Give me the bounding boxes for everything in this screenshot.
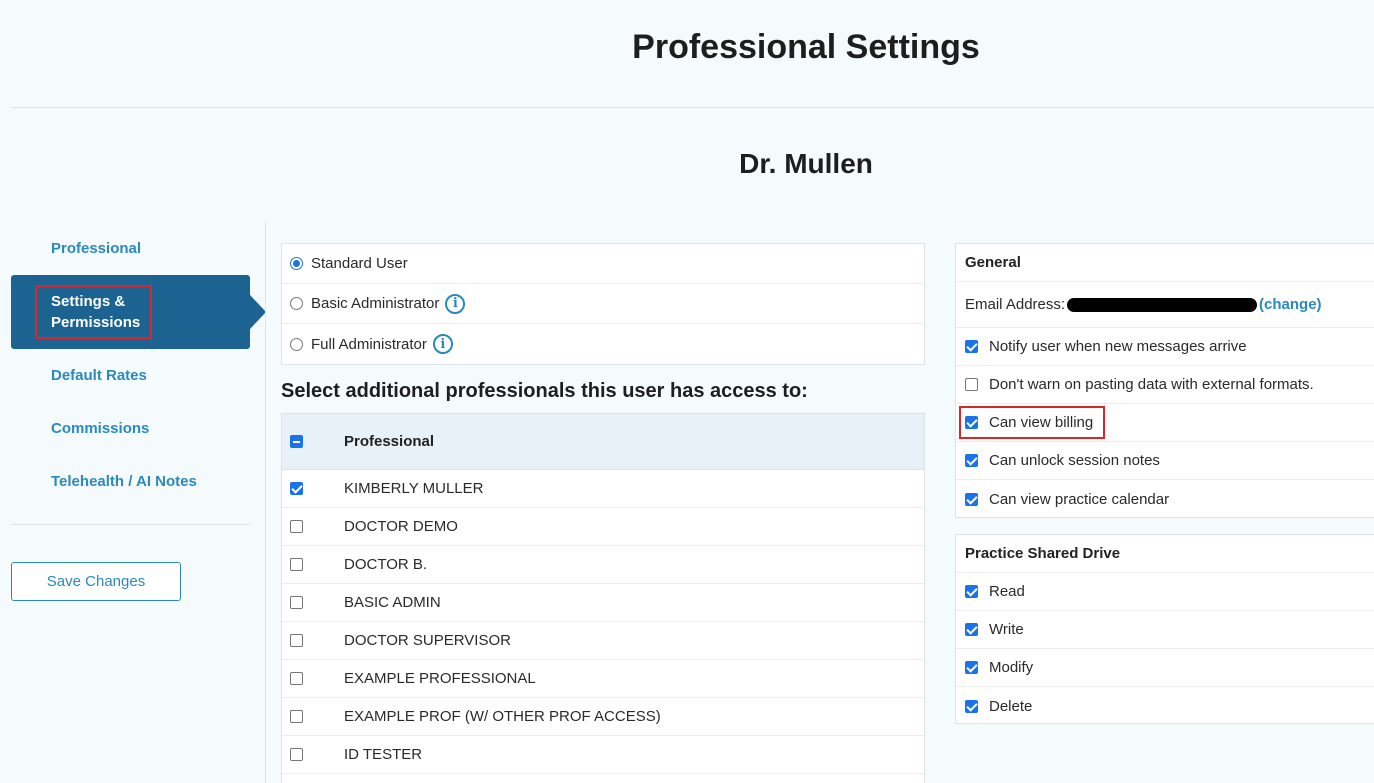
sidebar-item-label: Telehealth / AI Notes	[51, 472, 197, 490]
select-all-checkbox[interactable]	[290, 435, 303, 448]
permission-checkbox[interactable]	[965, 699, 978, 713]
professional-name: DOCTOR DEMO	[344, 518, 458, 535]
header-divider	[11, 107, 1374, 108]
row-checkbox[interactable]	[290, 558, 303, 571]
panel-title: General	[956, 244, 1374, 282]
sidebar: Professional Settings & Permissions Defa…	[11, 222, 266, 783]
professionals-table: Professional KIMBERLY MULLER DOCTOR DEMO…	[281, 413, 925, 783]
permission-checkbox[interactable]	[965, 585, 978, 598]
highlight-box: Can view billing	[959, 406, 1106, 439]
permission-paste-warning[interactable]: Don't warn on pasting data with external…	[956, 366, 1374, 404]
sidebar-item-label: Commissions	[51, 419, 150, 437]
sidebar-item-label: Default Rates	[51, 366, 147, 384]
table-row[interactable]: EXAMPLE PROF (W/ OTHER PROF ACCESS)	[282, 698, 924, 736]
sidebar-item-label: Settings & Permissions	[35, 285, 152, 339]
role-radio[interactable]	[290, 297, 303, 310]
permission-label: Notify user when new messages arrive	[989, 338, 1247, 355]
shared-drive-panel: Practice Shared Drive Read Write Modify …	[955, 534, 1374, 724]
sidebar-item-professional[interactable]: Professional	[11, 228, 250, 268]
permission-unlock-notes[interactable]: Can unlock session notes	[956, 442, 1374, 480]
email-label: Email Address:	[965, 296, 1066, 313]
row-checkbox[interactable]	[290, 520, 303, 533]
page-title: Professional Settings	[632, 28, 980, 66]
permission-checkbox[interactable]	[965, 454, 978, 467]
permission-view-billing[interactable]: Can view billing	[956, 404, 1374, 442]
column-header-professional: Professional	[344, 433, 435, 450]
active-arrow-icon	[250, 295, 266, 329]
professional-name: EXAMPLE PROF (W/ OTHER PROF ACCESS)	[344, 708, 661, 725]
permission-checkbox[interactable]	[965, 378, 978, 391]
professional-name: KIMBERLY MULLER	[344, 480, 484, 497]
permission-label: Write	[989, 621, 1024, 638]
sidebar-item-settings-permissions[interactable]: Settings & Permissions	[11, 275, 266, 349]
sidebar-item-commissions[interactable]: Commissions	[11, 408, 250, 448]
permission-label: Modify	[989, 659, 1034, 676]
drive-permission-delete[interactable]: Delete	[956, 687, 1374, 725]
role-selector: Standard User Basic Administrator i Full…	[281, 243, 925, 365]
permission-label: Delete	[989, 697, 1033, 715]
role-label: Basic Administrator	[311, 295, 440, 312]
role-radio[interactable]	[290, 257, 303, 270]
permission-label: Can unlock session notes	[989, 452, 1160, 469]
row-checkbox[interactable]	[290, 672, 303, 685]
table-row[interactable]: BASIC ADMIN	[282, 584, 924, 622]
row-checkbox[interactable]	[290, 596, 303, 609]
table-header: Professional	[282, 414, 924, 470]
role-option-full-administrator[interactable]: Full Administrator i	[282, 324, 924, 364]
panel-title: Practice Shared Drive	[956, 535, 1374, 573]
table-row[interactable]: DOCTOR DEMO	[282, 508, 924, 546]
permission-notify-messages[interactable]: Notify user when new messages arrive	[956, 328, 1374, 366]
drive-permission-read[interactable]: Read	[956, 573, 1374, 611]
row-checkbox[interactable]	[290, 748, 303, 761]
permission-label: Can view billing	[989, 414, 1094, 431]
row-checkbox[interactable]	[290, 710, 303, 723]
change-email-link[interactable]: (change)	[1259, 296, 1322, 313]
drive-permission-write[interactable]: Write	[956, 611, 1374, 649]
row-checkbox[interactable]	[290, 634, 303, 647]
role-radio[interactable]	[290, 337, 303, 351]
sidebar-item-default-rates[interactable]: Default Rates	[11, 355, 250, 395]
permission-checkbox[interactable]	[965, 416, 978, 429]
sidebar-item-telehealth-ai-notes[interactable]: Telehealth / AI Notes	[11, 461, 250, 501]
role-option-standard-user[interactable]: Standard User	[282, 244, 924, 284]
permission-checkbox[interactable]	[965, 623, 978, 636]
professional-name: ID TESTER	[344, 746, 423, 763]
sidebar-divider	[11, 524, 250, 525]
table-row[interactable]: DOCTOR SUPERVISOR	[282, 622, 924, 660]
sidebar-item-label: Professional	[51, 239, 142, 257]
info-icon[interactable]: i	[432, 334, 453, 354]
table-row[interactable]: ID TESTER	[282, 736, 924, 774]
info-icon[interactable]: i	[445, 293, 466, 314]
permission-view-calendar[interactable]: Can view practice calendar	[956, 480, 1374, 518]
user-name: Dr. Mullen	[739, 148, 873, 179]
sidebar-divider-vertical	[265, 222, 266, 783]
professional-name: EXAMPLE PROFESSIONAL	[344, 670, 536, 687]
role-label: Full Administrator	[311, 335, 427, 353]
general-panel: General Email Address: (change) Notify u…	[955, 243, 1374, 518]
row-checkbox[interactable]	[290, 482, 303, 495]
email-row: Email Address: (change)	[956, 282, 1374, 328]
table-row[interactable]: KIMBERLY MULLER	[282, 470, 924, 508]
professional-name: DOCTOR SUPERVISOR	[344, 632, 511, 649]
role-option-basic-administrator[interactable]: Basic Administrator i	[282, 284, 924, 324]
table-row[interactable]: EXAMPLE PROFESSIONAL	[282, 660, 924, 698]
permission-checkbox[interactable]	[965, 661, 978, 674]
permission-checkbox[interactable]	[965, 492, 978, 506]
redacted-email	[1067, 297, 1258, 312]
table-row[interactable]: DOCTOR B.	[282, 546, 924, 584]
save-changes-button[interactable]: Save Changes	[11, 562, 181, 601]
permission-label: Can view practice calendar	[989, 490, 1170, 508]
permission-label: Don't warn on pasting data with external…	[989, 376, 1314, 393]
role-label: Standard User	[311, 255, 408, 272]
drive-permission-modify[interactable]: Modify	[956, 649, 1374, 687]
professional-name: BASIC ADMIN	[344, 594, 441, 611]
permission-label: Read	[989, 583, 1025, 600]
professional-name: DOCTOR B.	[344, 556, 428, 573]
access-heading: Select additional professionals this use…	[281, 380, 808, 402]
permission-checkbox[interactable]	[965, 340, 978, 353]
